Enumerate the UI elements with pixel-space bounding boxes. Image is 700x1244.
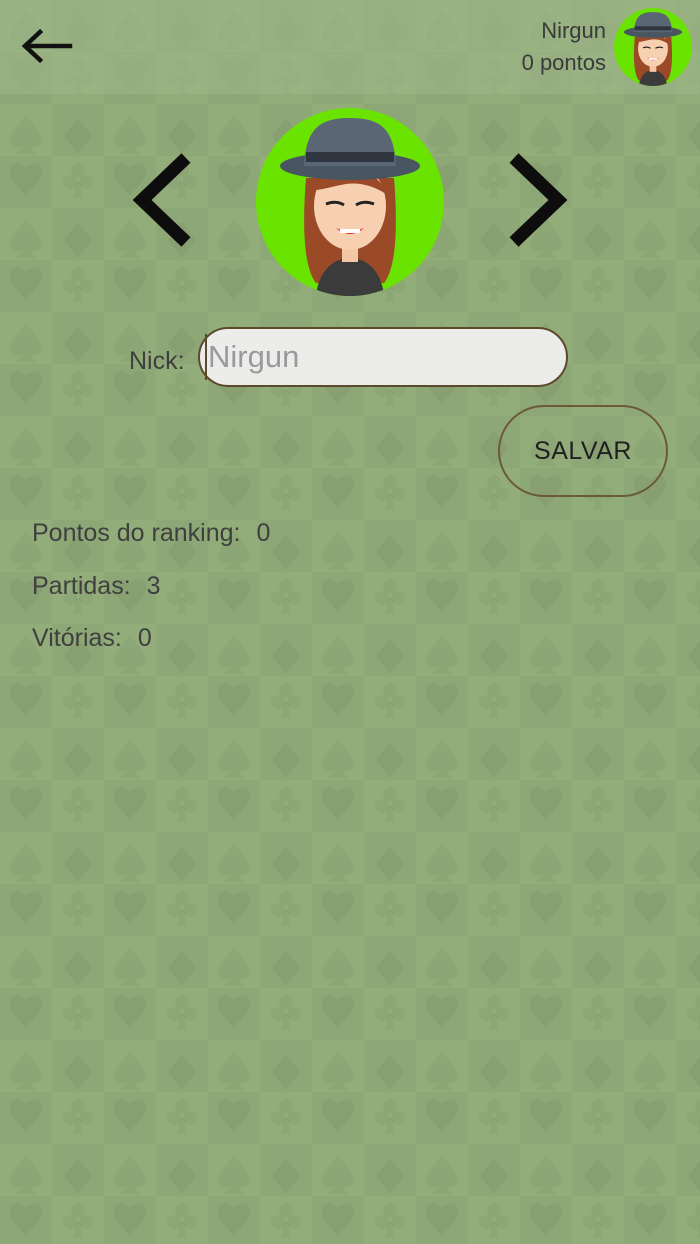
stat-value: 3 (146, 572, 161, 600)
stat-value: 0 (256, 519, 271, 547)
user-name: Nirgun (541, 18, 606, 43)
text-caret (205, 334, 207, 380)
user-points: 0 pontos (521, 50, 606, 75)
stat-label: Pontos do ranking: (32, 519, 241, 547)
nick-label: Nick: (129, 347, 185, 375)
chevron-left-icon[interactable] (130, 152, 194, 248)
stat-label: Vitórias: (32, 624, 122, 652)
stat-value: 0 (137, 624, 152, 652)
stat-matches: Partidas: 3 (32, 572, 161, 601)
arrow-left-icon[interactable] (20, 26, 74, 66)
save-button[interactable]: SALVAR (498, 405, 668, 497)
top-bar (0, 0, 700, 94)
profile-avatar (256, 108, 444, 296)
stat-wins: Vitórias: 0 (32, 624, 152, 653)
stat-ranking-points: Pontos do ranking: 0 (32, 519, 270, 548)
user-avatar[interactable] (614, 8, 692, 86)
nick-input[interactable] (198, 327, 568, 387)
stat-label: Partidas: (32, 572, 131, 600)
chevron-right-icon[interactable] (506, 152, 570, 248)
